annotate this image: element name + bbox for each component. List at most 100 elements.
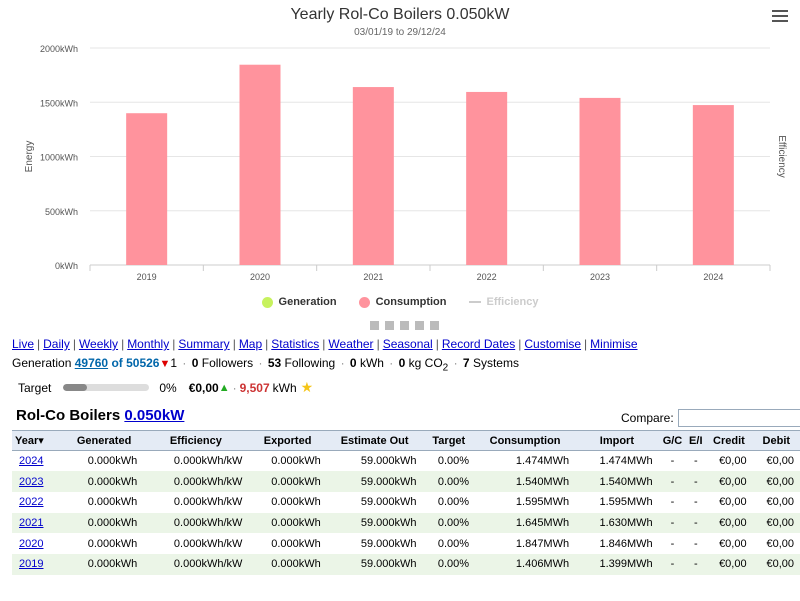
table-cell: 0.000kWh [87,455,138,468]
bar-2021 [352,87,394,265]
table-cell: 1.540MWh [475,471,576,492]
table-cell: 59.000kWh [360,537,417,550]
compare-box: Compare: [621,409,800,427]
column-header: Exported [248,430,327,451]
chart-legend: Generation Consumption Efficiency [0,296,800,308]
year-link[interactable]: 2024 [19,455,43,467]
rank-link[interactable]: 49760 [75,356,108,370]
table-cell: - [693,537,698,550]
table-cell: 0.000kWh/kW [173,537,243,550]
table-row: 2019 0.000kWh 0.000kWh/kW 0.000kWh 59.000kWh… [12,553,800,575]
nav-link-map[interactable]: Map [239,337,262,351]
nav-separator: | [172,337,176,351]
column-header: Debit [752,430,800,451]
down-arrow-icon: ▼ [159,358,171,370]
legend-label: Efficiency [486,296,539,308]
nav-link-seasonal[interactable]: Seasonal [383,337,433,351]
nav-link-statistics[interactable]: Statistics [271,337,319,351]
table-row: 2024 0.000kWh 0.000kWh/kW 0.000kWh 59.000kWh… [12,451,800,472]
table-cell: €0,00 [705,553,753,575]
legend-item-efficiency[interactable]: Efficiency [468,296,539,308]
table-cell: - [693,455,698,468]
year-link[interactable]: 2022 [19,496,43,508]
system-title: Rol-Co Boilers 0.050kW [16,407,184,424]
nav-separator: | [584,337,588,351]
table-cell: 0.000kWh [64,471,144,492]
table-cell: 0.000kWh/kW [173,496,243,509]
column-header: Credit [705,430,753,451]
nav-link-daily[interactable]: Daily [43,337,70,351]
column-header: Generated [64,430,144,451]
table-cell: 1.474MWh [599,455,653,468]
table-cell: - [670,537,675,550]
table-cell: 0.000kWh [271,537,321,550]
nav-link-customise[interactable]: Customise [524,337,581,351]
target-progress-bar [63,384,150,391]
nav-separator: | [518,337,522,351]
table-cell: 2023 [12,471,65,492]
nav-link-summary[interactable]: Summary [178,337,229,351]
rank-change: 1 [170,356,178,370]
legend-item-consumption[interactable]: Consumption [358,296,447,308]
view-navbar: Live | Daily | Weekly | Monthly | Summary | Map | St… [12,337,638,351]
nav-separator: | [265,337,269,351]
pager-square[interactable] [415,321,424,330]
pager-square[interactable] [430,321,439,330]
nav-separator: | [72,337,76,351]
table-cell: 1.540MWh [575,471,659,492]
yearly-table: Year▾ Generated Efficiency Exported Estimate… [12,430,800,575]
pager-square[interactable] [400,321,409,330]
nav-link-minimise[interactable]: Minimise [590,337,637,351]
year-link[interactable]: 2021 [19,517,43,529]
table-cell: 59.000kWh [360,496,417,509]
nav-link-monthly[interactable]: Monthly [127,337,169,351]
table-cell: 1.595MWh [515,496,570,509]
column-header: Efficiency [143,430,249,451]
nav-link-record-dates[interactable]: Record Dates [442,337,515,351]
year-link[interactable]: 2023 [19,476,43,488]
y-axis-right-label: Efficiency [776,135,787,178]
table-cell: 0.00% [422,471,476,492]
year-link[interactable]: 2019 [19,558,43,570]
followers-count: 0 [191,356,199,370]
pager-square[interactable] [370,321,379,330]
target-kwh-value: 9,507 [239,380,270,395]
systems-label: Systems [472,356,519,370]
table-cell: 1.406MWh [475,553,576,575]
bar-2019 [126,113,168,265]
nav-separator: | [232,337,236,351]
table-cell: €0,00 [752,512,800,534]
compare-input[interactable] [677,409,800,427]
y-tick-label: 2000kWh [40,44,78,54]
table-cell: 0.000kWh/kW [143,553,249,575]
star-icon[interactable]: ★ [301,379,314,396]
table-cell: 2022 [12,492,65,513]
target-progress-fill [63,384,88,391]
nav-link-live[interactable]: Live [12,337,34,351]
table-cell: 2019 [12,553,65,575]
nav-link-weather[interactable]: Weather [328,337,373,351]
table-cell: 2021 [12,512,65,534]
x-tick-label: 2019 [137,272,157,282]
table-cell: 0.000kWh [64,553,144,575]
year-link[interactable]: 2020 [19,538,43,550]
legend-item-generation[interactable]: Generation [261,296,337,308]
table-cell: 1.595MWh [599,496,653,509]
table-cell: 1.847MWh [515,537,570,550]
table-cell: 0.00% [422,512,476,534]
table-cell: 59.000kWh [326,471,423,492]
column-header: Consumption [475,430,576,451]
y-tick-label: 1500kWh [40,98,78,108]
column-header[interactable]: Year▾ [12,430,65,451]
chart-pager[interactable] [370,321,439,330]
table-cell: €0,00 [719,537,747,550]
column-header: Target [422,430,476,451]
x-tick-label: 2022 [477,272,497,282]
legend-marker [358,296,370,308]
table-header-row: Year▾ Generated Efficiency Exported Estimate… [12,430,800,451]
table-cell: 2020 [12,533,65,554]
system-size-link[interactable]: 0.050kW [124,407,184,424]
kwh-label: kWh [359,356,384,370]
pager-square[interactable] [385,321,394,330]
nav-link-weekly[interactable]: Weekly [79,337,118,351]
